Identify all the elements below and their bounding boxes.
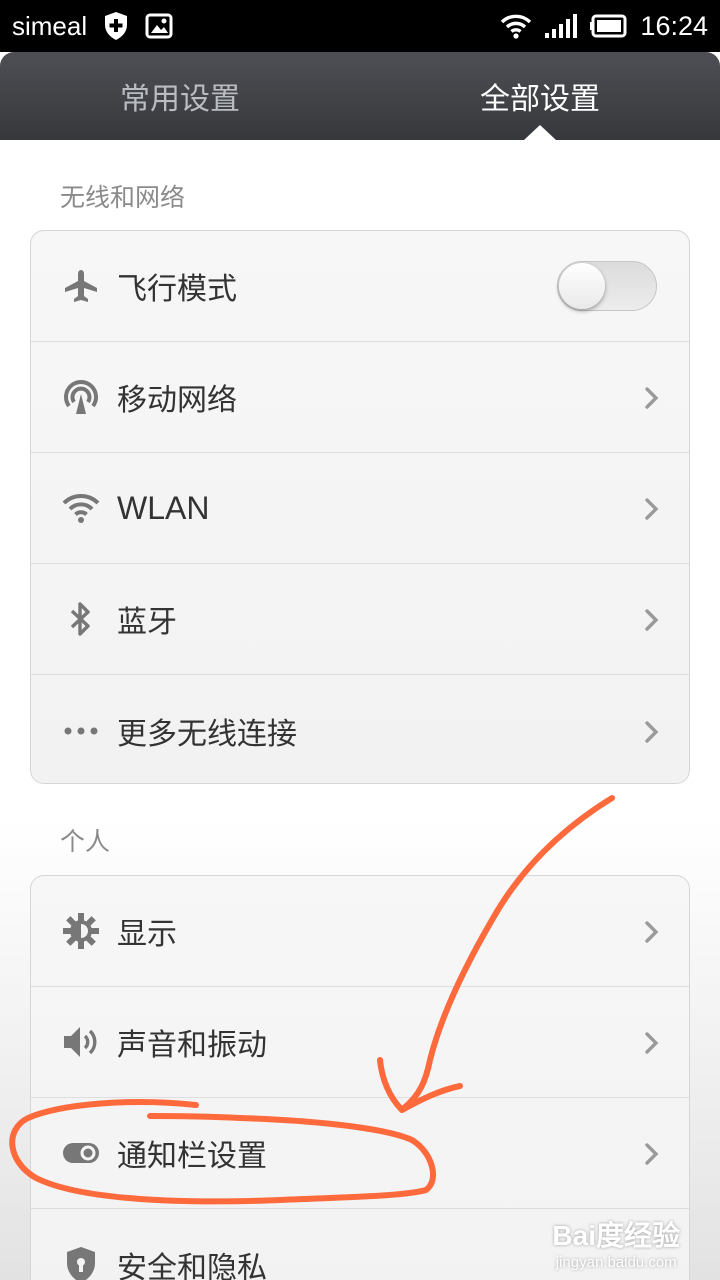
image-icon	[145, 13, 173, 39]
settings-row-label: 安全和隐私	[117, 1250, 267, 1280]
chevron-right-icon	[645, 387, 659, 413]
section-header-personal: 个人	[60, 827, 111, 856]
tab-common-settings[interactable]: 常用设置	[0, 52, 360, 140]
watermark-url: jingyan.baidu.com	[555, 1254, 677, 1271]
tab-all-settings-label: 全部设置	[480, 82, 600, 117]
baidu-jingyan-watermark: Bai度经验 jingyan.baidu.com	[552, 1214, 680, 1271]
settings-row-label: 蓝牙	[117, 605, 177, 640]
settings-row-label: WLAN	[117, 489, 210, 526]
status-bar: simeal 16:24	[0, 0, 720, 52]
chevron-right-icon	[645, 720, 659, 747]
settings-row-label: 更多无线连接	[117, 716, 297, 752]
more-dots-icon	[61, 711, 101, 751]
brightness-icon	[61, 911, 101, 951]
settings-row-bluetooth[interactable]: 蓝牙	[31, 564, 689, 675]
chevron-right-icon	[645, 1143, 659, 1169]
wifi-icon	[500, 13, 532, 39]
active-tab-indicator	[524, 125, 556, 140]
settings-row-label: 通知栏设置	[117, 1139, 267, 1174]
settings-row-more-wireless[interactable]: 更多无线连接	[31, 675, 689, 783]
section-header-wireless: 无线和网络	[60, 183, 186, 212]
bluetooth-icon	[61, 599, 101, 639]
carrier-name: simeal	[12, 10, 88, 41]
chevron-right-icon	[645, 1032, 659, 1058]
settings-row-notification-bar[interactable]: 通知栏设置	[31, 1098, 689, 1209]
settings-tab-bar: 常用设置 全部设置	[0, 52, 720, 140]
chevron-right-icon	[645, 609, 659, 635]
antenna-icon	[61, 377, 101, 417]
settings-row-mobile-network[interactable]: 移动网络	[31, 342, 689, 453]
settings-row-airplane-mode[interactable]: 飞行模式	[31, 231, 689, 342]
airplane-icon	[61, 266, 101, 306]
battery-icon	[590, 14, 628, 38]
speaker-icon	[61, 1022, 101, 1062]
settings-row-label: 飞行模式	[117, 272, 237, 307]
settings-row-label: 显示	[117, 917, 177, 952]
tab-common-settings-label: 常用设置	[120, 82, 240, 117]
airplane-mode-toggle[interactable]	[557, 261, 657, 311]
signal-icon	[544, 13, 578, 39]
wifi-icon	[61, 488, 101, 528]
toggle-knob	[559, 263, 605, 309]
shield-plus-icon	[103, 11, 129, 41]
settings-row-label: 声音和振动	[117, 1028, 267, 1063]
chevron-right-icon	[645, 498, 659, 524]
tab-all-settings[interactable]: 全部设置	[360, 52, 720, 140]
clock: 16:24	[640, 10, 708, 41]
wireless-settings-card: 飞行模式 移动网络 WLAN 蓝牙 更多无线连接	[30, 230, 690, 784]
chevron-right-icon	[645, 921, 659, 947]
settings-row-wlan[interactable]: WLAN	[31, 453, 689, 564]
toggle-switch-icon	[61, 1133, 101, 1173]
settings-row-display[interactable]: 显示	[31, 876, 689, 987]
settings-row-sound-vibration[interactable]: 声音和振动	[31, 987, 689, 1098]
settings-row-label: 移动网络	[117, 383, 237, 418]
shield-lock-icon	[61, 1245, 101, 1280]
watermark-logo: Bai度经验	[552, 1220, 680, 1251]
